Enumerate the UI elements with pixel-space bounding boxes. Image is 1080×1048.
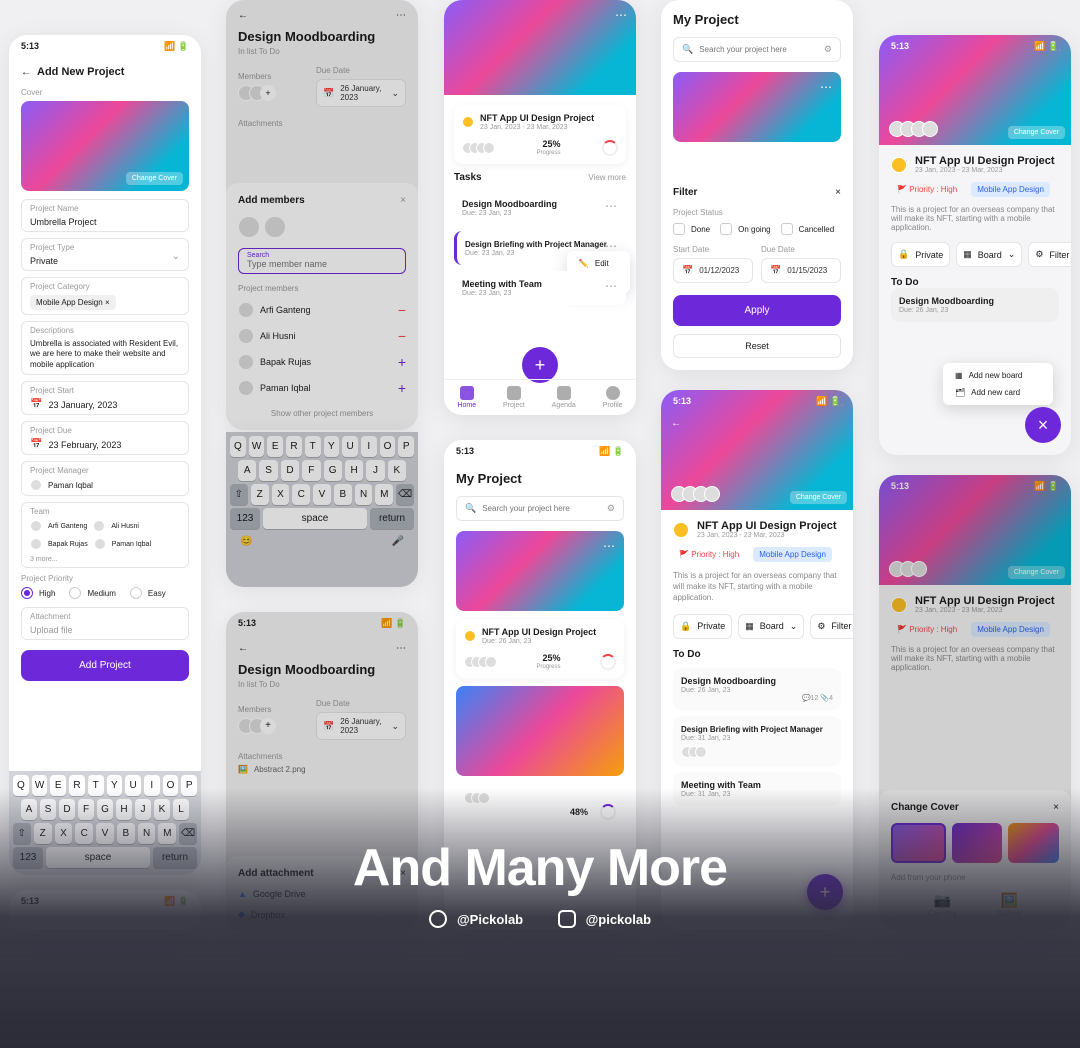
add-member-button[interactable]: + bbox=[398, 380, 406, 396]
priority-easy-radio[interactable] bbox=[130, 587, 142, 599]
hero-title: And Many More bbox=[0, 838, 1080, 898]
add-card-option[interactable]: 🗂 Add new card bbox=[947, 384, 1049, 401]
project-type-select[interactable]: Private bbox=[30, 256, 180, 266]
remove-member-button[interactable]: − bbox=[398, 328, 406, 344]
nav-project[interactable]: Project bbox=[503, 386, 525, 409]
filter-icon[interactable]: ⚙ bbox=[607, 503, 615, 514]
add-fab[interactable]: + bbox=[522, 347, 558, 383]
reset-button[interactable]: Reset bbox=[673, 334, 841, 358]
cover-label: Cover bbox=[21, 88, 189, 97]
upload-file-button[interactable]: Upload file bbox=[30, 625, 180, 635]
add-project-button[interactable]: Add Project bbox=[21, 650, 189, 681]
close-icon[interactable]: × bbox=[835, 187, 841, 198]
task-title: Design Moodboarding bbox=[238, 29, 406, 44]
remove-member-button[interactable]: − bbox=[398, 302, 406, 318]
instagram-handle[interactable]: @pickolab bbox=[586, 912, 651, 927]
add-member-button[interactable]: + bbox=[398, 354, 406, 370]
calendar-icon: 📅 bbox=[30, 399, 42, 410]
change-cover-button[interactable]: Change Cover bbox=[126, 172, 183, 185]
dribbble-icon bbox=[429, 910, 447, 928]
show-other-members[interactable]: Show other project members bbox=[238, 409, 406, 418]
change-cover-button[interactable]: Change Cover bbox=[790, 491, 847, 504]
close-fab[interactable]: × bbox=[1025, 407, 1061, 443]
due-date-select[interactable]: 📅26 January, 2023⌄ bbox=[316, 79, 406, 107]
category-chip[interactable]: Mobile App Design × bbox=[30, 295, 116, 310]
instagram-icon bbox=[558, 910, 576, 928]
back-icon[interactable]: ← bbox=[238, 10, 248, 21]
back-icon[interactable]: ← bbox=[238, 643, 248, 654]
apply-button[interactable]: Apply bbox=[673, 295, 841, 326]
member-row: Ali Husni− bbox=[238, 323, 406, 349]
board-select[interactable]: ▦ Board ⌄ bbox=[738, 614, 804, 639]
status-done-checkbox[interactable] bbox=[673, 223, 685, 235]
add-board-option[interactable]: ▦ Add new board bbox=[947, 367, 1049, 384]
description-textarea[interactable]: Umbrella is associated with Resident Evi… bbox=[30, 339, 180, 370]
member-search-input[interactable] bbox=[247, 259, 397, 269]
start-date-input[interactable]: 📅01/12/2023 bbox=[673, 258, 753, 283]
member-row: Paman Iqbal+ bbox=[238, 375, 406, 401]
more-icon[interactable]: ⋯ bbox=[396, 10, 406, 21]
member-row: Bapak Rujas+ bbox=[238, 349, 406, 375]
due-date-input[interactable]: 23 February, 2023 bbox=[48, 440, 121, 450]
more-icon[interactable]: ⋯ bbox=[396, 643, 406, 654]
filter-button[interactable]: ⚙ Filter bbox=[810, 614, 853, 639]
nav-agenda[interactable]: Agenda bbox=[552, 386, 576, 409]
progress-ring-icon bbox=[602, 140, 618, 156]
status-ongoing-checkbox[interactable] bbox=[720, 223, 732, 235]
edit-option[interactable]: ✏️Edit bbox=[571, 255, 626, 272]
priority-medium-radio[interactable] bbox=[69, 587, 81, 599]
status-cancelled-checkbox[interactable] bbox=[781, 223, 793, 235]
more-icon[interactable]: ⋯ bbox=[615, 8, 628, 22]
priority-high-radio[interactable] bbox=[21, 587, 33, 599]
calendar-icon: 📅 bbox=[30, 439, 42, 450]
nav-profile[interactable]: Profile bbox=[603, 386, 623, 409]
search-icon: 🔍 bbox=[465, 503, 476, 514]
back-icon[interactable]: ← bbox=[671, 418, 681, 429]
close-icon[interactable]: × bbox=[400, 195, 406, 206]
end-date-input[interactable]: 📅01/15/2023 bbox=[761, 258, 841, 283]
search-input[interactable] bbox=[482, 504, 601, 513]
member-row: Arfi Ganteng− bbox=[238, 297, 406, 323]
avatar bbox=[30, 479, 42, 491]
nav-home[interactable]: Home bbox=[457, 386, 476, 409]
project-name-input[interactable]: Umbrella Project bbox=[30, 217, 180, 227]
time: 5:13 bbox=[21, 41, 39, 52]
start-date-input[interactable]: 23 January, 2023 bbox=[48, 400, 117, 410]
chevron-down-icon: ⌄ bbox=[172, 251, 180, 262]
back-icon[interactable]: ← bbox=[21, 67, 31, 78]
page-title: My Project bbox=[456, 471, 522, 486]
add-member-button[interactable]: + bbox=[260, 85, 276, 101]
view-more-link[interactable]: View more bbox=[588, 173, 626, 182]
private-toggle[interactable]: 🔒 Private bbox=[673, 614, 732, 639]
battery-icon: 📶 🔋 bbox=[164, 41, 189, 52]
page-title: Add New Project bbox=[37, 66, 124, 78]
dribbble-handle[interactable]: @Pickolab bbox=[457, 912, 523, 927]
